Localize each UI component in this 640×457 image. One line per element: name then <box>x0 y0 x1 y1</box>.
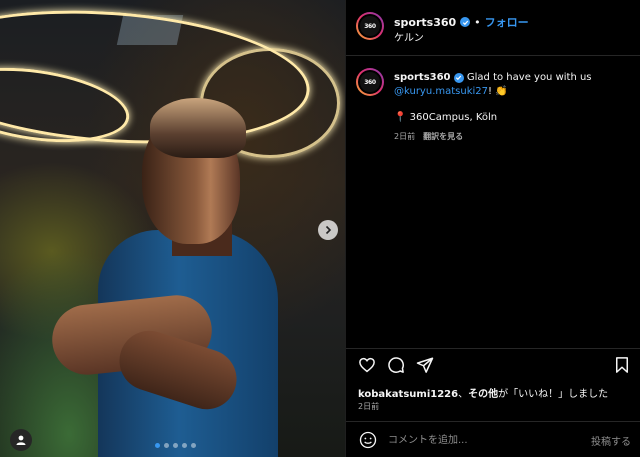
caption-body: Glad to have you with us <box>466 72 592 83</box>
verified-badge-icon <box>460 17 471 27</box>
action-bar <box>346 348 640 380</box>
caption-text: sports360 Glad to have you with us @kury… <box>394 71 634 144</box>
likes-summary: kobakatsumi1226、その他が「いいね！」しました <box>358 385 608 400</box>
carousel-indicator <box>155 443 196 448</box>
heart-icon <box>359 357 375 373</box>
avatar[interactable]: 360 <box>356 68 384 96</box>
bookmark-icon <box>616 357 628 373</box>
avatar-logo-text: 360 <box>358 14 382 38</box>
carousel-dot <box>173 443 178 448</box>
carousel-dot <box>182 443 187 448</box>
follow-button[interactable]: フォロー <box>485 14 529 30</box>
verified-badge-icon <box>453 72 464 83</box>
username-link[interactable]: sports360 <box>394 16 456 29</box>
avatar-logo-text: 360 <box>358 70 382 94</box>
post-photo[interactable] <box>0 0 345 457</box>
comment-input[interactable] <box>388 431 578 449</box>
caption-location-text: 360Campus, Köln <box>409 112 498 123</box>
comment-bar: 投稿する <box>346 421 640 457</box>
emoji-button[interactable] <box>358 430 378 450</box>
caption-username-link[interactable]: sports360 <box>394 72 451 83</box>
likes-others-link[interactable]: その他 <box>468 389 498 400</box>
post-header: 360 sports360 • フォロー ケルン <box>346 0 640 56</box>
caption-location: 📍 360Campus, Köln <box>394 111 634 125</box>
tagged-users-button[interactable] <box>10 429 32 451</box>
next-image-button[interactable] <box>318 220 338 240</box>
location-pin-icon: 📍 <box>394 112 407 123</box>
avatar[interactable]: 360 <box>356 12 384 40</box>
mention-link[interactable]: @kuryu.matsuki27 <box>394 86 488 97</box>
chevron-right-icon <box>325 225 332 235</box>
post-comment-button[interactable]: 投稿する <box>591 433 631 448</box>
carousel-dot <box>164 443 169 448</box>
post-age: 2日前 <box>394 132 416 141</box>
carousel-dot <box>191 443 196 448</box>
likes-connector: 、 <box>458 389 469 400</box>
caption-suffix: ! 👏 <box>488 86 508 97</box>
carousel-dot <box>155 443 160 448</box>
translate-button[interactable]: 翻訳を見る <box>423 130 463 144</box>
comment-button[interactable] <box>385 354 407 376</box>
header-user-line: sports360 • フォロー <box>394 14 529 30</box>
share-button[interactable] <box>414 354 436 376</box>
like-button[interactable] <box>356 354 378 376</box>
paper-plane-icon <box>416 357 434 373</box>
likes-suffix: が「いいね！」しました <box>498 389 609 400</box>
save-button[interactable] <box>611 354 633 376</box>
location-link[interactable]: ケルン <box>394 29 424 44</box>
smiley-icon <box>359 431 377 449</box>
person-hair <box>150 98 246 158</box>
post-date: 2日前 <box>358 402 380 411</box>
separator-dot: • <box>474 15 481 29</box>
comment-icon <box>388 357 404 373</box>
post-details-panel: 360 sports360 • フォロー ケルン 360 sports360 G… <box>345 0 640 457</box>
user-icon <box>16 435 26 445</box>
caption-meta: 2日前 翻訳を見る <box>394 130 634 144</box>
liker-username-link[interactable]: kobakatsumi1226 <box>358 389 458 400</box>
